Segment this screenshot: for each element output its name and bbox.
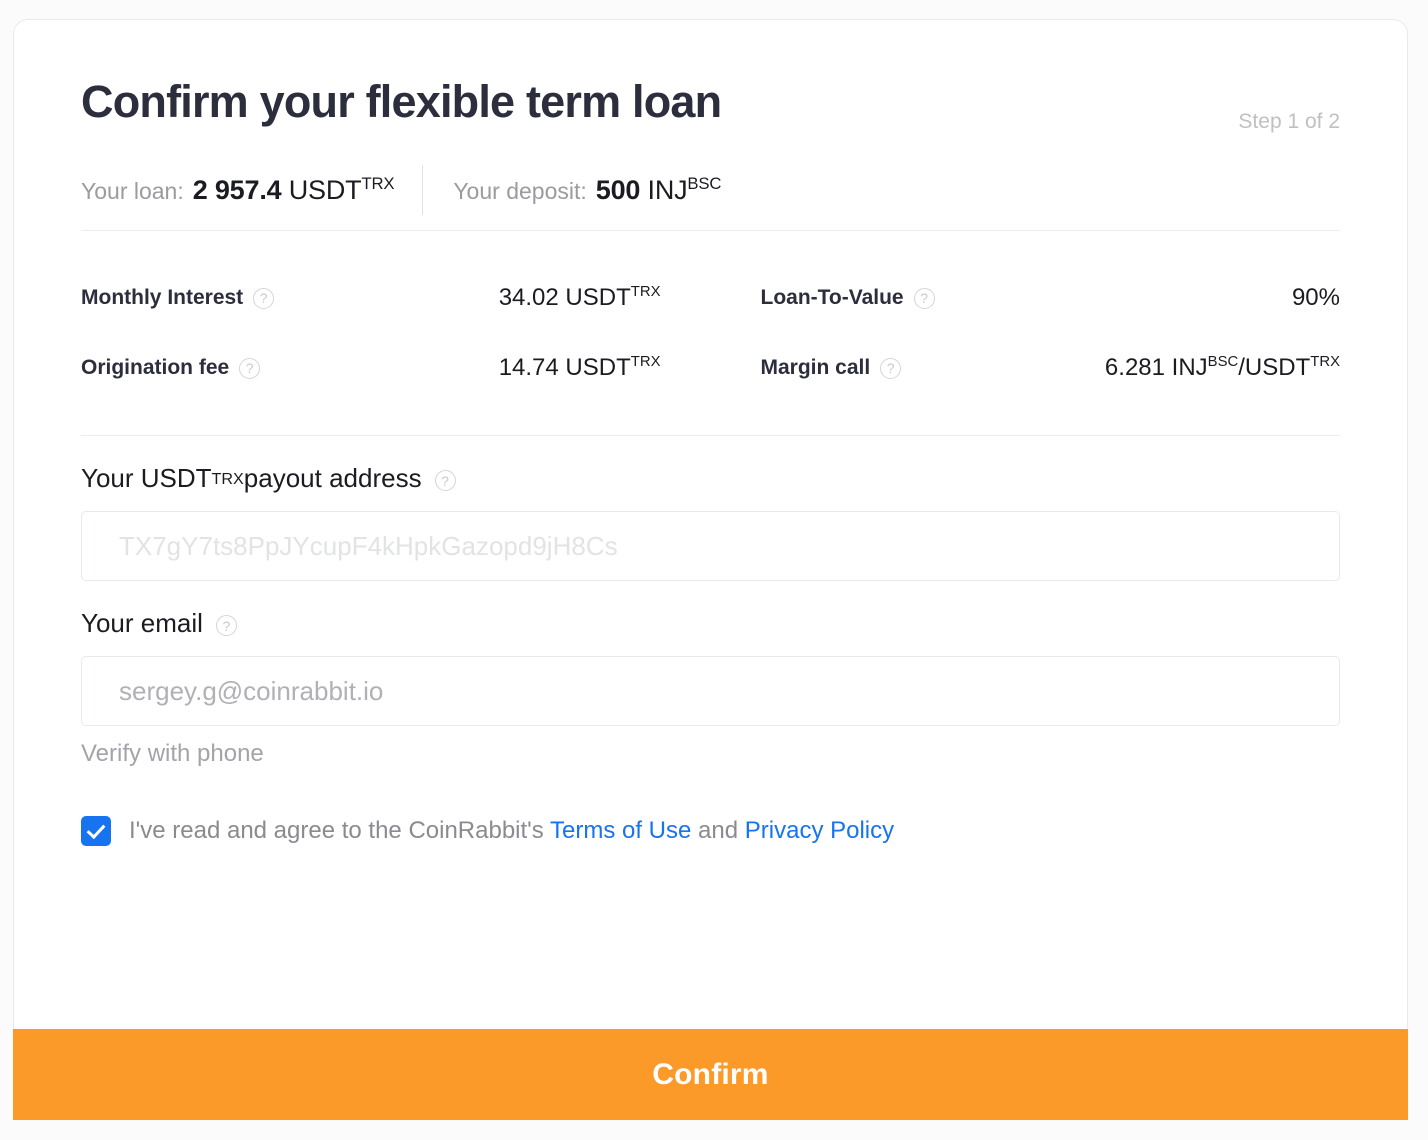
deposit-network: BSC bbox=[687, 173, 722, 193]
loan-network: TRX bbox=[361, 173, 395, 193]
help-icon[interactable]: ? bbox=[215, 615, 237, 636]
email-label-text: Your email bbox=[81, 608, 203, 638]
detail-key: Loan-To-Value ? bbox=[761, 286, 935, 310]
detail-row: Origination fee ? 14.74 USDTTRX Margin c… bbox=[81, 333, 1340, 403]
help-icon[interactable]: ? bbox=[434, 470, 456, 491]
detail-value: 6.281 INJBSC/USDTTRX bbox=[1105, 354, 1340, 382]
detail-key: Margin call ? bbox=[761, 356, 902, 380]
detail-value-network: TRX bbox=[630, 284, 661, 300]
agreement-text-middle: and bbox=[691, 817, 745, 844]
deposit-currency: INJ bbox=[647, 174, 688, 205]
detail-value-network-2: TRX bbox=[1310, 354, 1340, 370]
detail-label: Monthly Interest bbox=[81, 286, 244, 309]
loan-amount: 2 957.4 bbox=[192, 174, 282, 205]
loan-value: 2 957.4 USDTTRX bbox=[193, 175, 395, 206]
form-area: Your USDTTRX payout address ? Your email… bbox=[81, 436, 1340, 846]
deposit-amount: 500 bbox=[595, 174, 641, 205]
verify-with-phone-link[interactable]: Verify with phone bbox=[81, 740, 264, 768]
terms-of-use-link[interactable]: Terms of Use bbox=[550, 817, 691, 844]
detail-value-main: 6.281 INJ bbox=[1104, 354, 1208, 381]
loan-summary-loan: Your loan: 2 957.4 USDTTRX bbox=[81, 175, 395, 206]
confirm-button[interactable]: Confirm bbox=[13, 1029, 1408, 1120]
page-title: Confirm your flexible term loan bbox=[81, 76, 722, 127]
summary-divider bbox=[422, 165, 424, 215]
confirm-button-label: Confirm bbox=[652, 1057, 769, 1091]
detail-origination-fee: Origination fee ? 14.74 USDTTRX bbox=[81, 354, 661, 382]
page-root: Confirm your flexible term loan Step 1 o… bbox=[0, 0, 1428, 1140]
loan-summary: Your loan: 2 957.4 USDTTRX Your deposit:… bbox=[81, 150, 1340, 230]
email-input[interactable] bbox=[81, 656, 1340, 726]
agreement-text-before: I've read and agree to the CoinRabbit's bbox=[129, 817, 550, 844]
detail-value: 34.02 USDTTRX bbox=[499, 284, 661, 312]
detail-monthly-interest: Monthly Interest ? 34.02 USDTTRX bbox=[81, 284, 661, 312]
detail-row: Monthly Interest ? 34.02 USDTTRX Loan-To… bbox=[81, 263, 1340, 333]
help-icon[interactable]: ? bbox=[880, 357, 902, 379]
deposit-value: 500 INJBSC bbox=[595, 173, 722, 206]
card-content: Confirm your flexible term loan Step 1 o… bbox=[14, 20, 1407, 1118]
step-indicator: Step 1 of 2 bbox=[1238, 110, 1340, 133]
payout-address-input[interactable] bbox=[81, 511, 1340, 581]
loan-confirmation-card: Confirm your flexible term loan Step 1 o… bbox=[13, 19, 1408, 1119]
detail-key: Origination fee ? bbox=[81, 356, 261, 380]
help-icon[interactable]: ? bbox=[253, 287, 275, 309]
deposit-label: Your deposit: bbox=[453, 177, 587, 204]
card-header: Confirm your flexible term loan Step 1 o… bbox=[81, 20, 1340, 150]
help-icon[interactable]: ? bbox=[913, 287, 935, 309]
email-label: Your email ? bbox=[81, 608, 1340, 639]
help-icon[interactable]: ? bbox=[239, 357, 261, 379]
loan-summary-deposit: Your deposit: 500 INJBSC bbox=[453, 175, 721, 206]
loan-label: Your loan: bbox=[81, 177, 184, 204]
agreement-text: I've read and agree to the CoinRabbit's … bbox=[129, 817, 894, 845]
detail-value: 14.74 USDTTRX bbox=[499, 354, 661, 382]
detail-value: 90% bbox=[1292, 284, 1340, 312]
detail-key: Monthly Interest ? bbox=[81, 286, 275, 310]
payout-address-label-suffix: payout address bbox=[243, 463, 422, 493]
terms-agreement-checkbox[interactable] bbox=[81, 816, 111, 846]
loan-currency: USDT bbox=[288, 174, 362, 205]
payout-address-label-prefix: Your USDT bbox=[81, 463, 212, 493]
detail-label: Loan-To-Value bbox=[760, 286, 904, 309]
detail-value-main-2: /USDT bbox=[1238, 354, 1311, 381]
detail-value-main: 90% bbox=[1291, 284, 1340, 311]
loan-details: Monthly Interest ? 34.02 USDTTRX Loan-To… bbox=[81, 231, 1340, 435]
payout-address-field: Your USDT TRX payout address ? bbox=[81, 463, 1340, 581]
email-field-group: Your email ? bbox=[81, 608, 1340, 726]
detail-loan-to-value: Loan-To-Value ? 90% bbox=[761, 284, 1341, 312]
detail-value-main: 14.74 USDT bbox=[498, 354, 631, 381]
privacy-policy-link[interactable]: Privacy Policy bbox=[745, 817, 894, 844]
payout-address-label: Your USDT TRX payout address ? bbox=[81, 463, 1340, 494]
detail-value-network: BSC bbox=[1207, 354, 1239, 370]
agreement-row: I've read and agree to the CoinRabbit's … bbox=[81, 816, 1340, 846]
detail-margin-call: Margin call ? 6.281 INJBSC/USDTTRX bbox=[761, 354, 1341, 382]
detail-label: Origination fee bbox=[81, 356, 230, 379]
detail-label: Margin call bbox=[760, 356, 871, 379]
detail-value-network: TRX bbox=[630, 354, 661, 370]
detail-value-main: 34.02 USDT bbox=[498, 284, 631, 311]
